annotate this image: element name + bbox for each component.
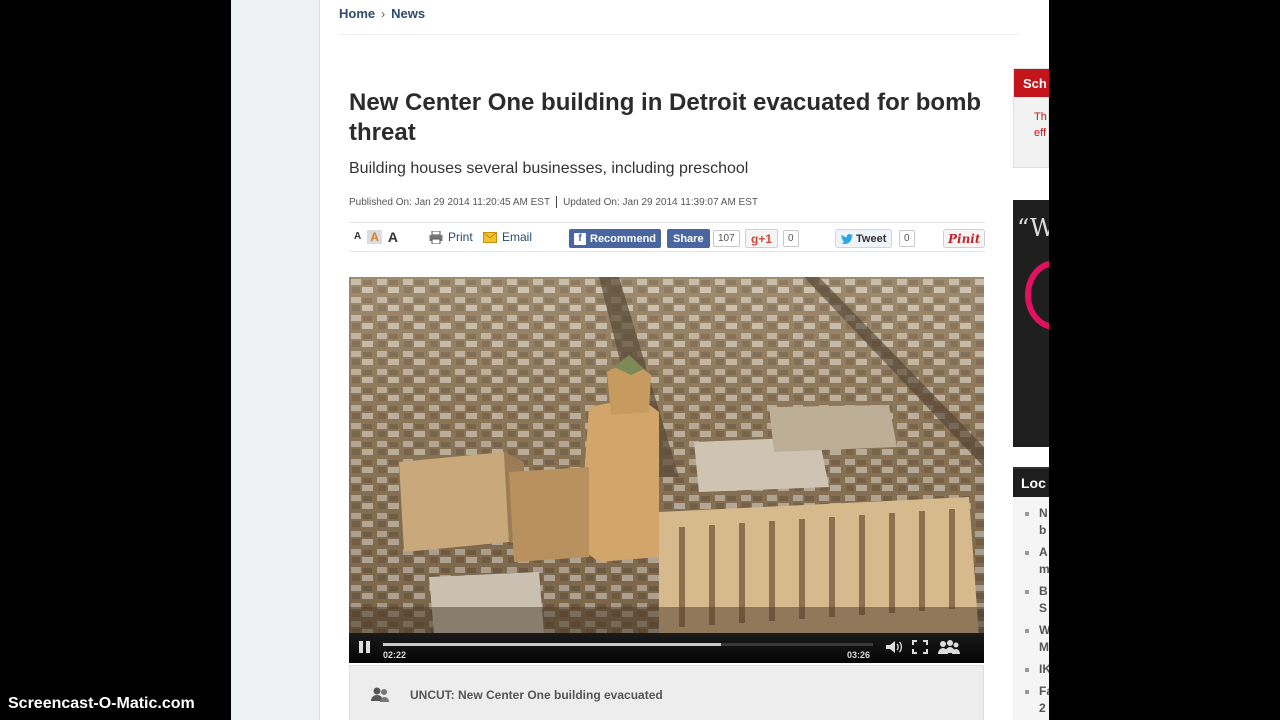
facebook-icon: f xyxy=(574,232,586,245)
article-meta: Published On: Jan 29 2014 11:20:45 AM ES… xyxy=(349,196,758,208)
right-rail: Sch Th eff “W Loc Nb Am BS WM IK Fa2 xyxy=(1013,0,1049,720)
print-label: Print xyxy=(448,230,473,244)
recommend-label: Recommend xyxy=(590,232,657,245)
tweet-label: Tweet xyxy=(856,232,887,245)
video-progress-fill xyxy=(383,643,722,646)
list-item[interactable]: Fa2 xyxy=(1025,683,1049,720)
screen: Home › News New Center One building in D… xyxy=(0,0,1280,720)
envelope-icon xyxy=(483,231,497,243)
google-plus-count: 0 xyxy=(783,230,799,247)
published-date: Published On: Jan 29 2014 11:20:45 AM ES… xyxy=(349,196,551,208)
breadcrumb-home-link[interactable]: Home xyxy=(339,6,375,21)
left-gutter xyxy=(231,0,320,720)
video-elapsed-time: 02:22 xyxy=(383,650,407,660)
tweet-count: 0 xyxy=(899,230,915,247)
meta-divider xyxy=(556,196,558,208)
google-plus-button[interactable]: g+1 xyxy=(745,229,779,248)
local-widget-title: Loc xyxy=(1013,469,1049,497)
breadcrumb-news-link[interactable]: News xyxy=(391,6,425,21)
list-item[interactable]: Am xyxy=(1025,544,1049,583)
advertisement[interactable]: “W xyxy=(1013,200,1049,447)
article-headline: New Center One building in Detroit evacu… xyxy=(349,89,982,146)
font-size-small-button[interactable]: A xyxy=(351,230,364,244)
local-news-widget: Loc Nb Am BS WM IK Fa2 xyxy=(1013,467,1049,720)
widget-text-line: Th xyxy=(1034,111,1047,123)
users-icon xyxy=(371,687,389,702)
facebook-share-count: 107 xyxy=(713,230,740,247)
breadcrumb-separator: › xyxy=(381,6,386,21)
bird-icon xyxy=(841,233,853,244)
video-duration: 03:26 xyxy=(847,650,871,660)
video-caption-title: UNCUT: New Center One building evacuated xyxy=(410,688,663,702)
video-caption-bar[interactable]: UNCUT: New Center One building evacuated xyxy=(349,665,984,720)
web-page: Home › News New Center One building in D… xyxy=(231,0,1049,720)
article-toolbar: A A A Print Email f Recommend Share 107 … xyxy=(349,222,986,252)
list-item[interactable]: Nb xyxy=(1025,505,1049,544)
font-size-medium-button[interactable]: A xyxy=(367,230,382,244)
font-size-large-button[interactable]: A xyxy=(385,230,401,244)
pause-icon[interactable] xyxy=(359,641,371,653)
video-frame-aerial-city xyxy=(349,277,984,663)
email-label: Email xyxy=(502,230,533,244)
widget-title: Sch xyxy=(1014,69,1049,97)
local-news-list: Nb Am BS WM IK Fa2 xyxy=(1025,505,1049,720)
fullscreen-icon[interactable] xyxy=(911,640,929,654)
ad-graphic xyxy=(1025,260,1049,330)
widget-text: Th eff xyxy=(1034,109,1047,141)
list-item[interactable]: BS xyxy=(1025,583,1049,622)
widget-text-line: eff xyxy=(1034,127,1047,139)
tweet-button[interactable]: Tweet xyxy=(835,229,893,248)
volume-icon[interactable] xyxy=(885,640,903,654)
ad-text: “W xyxy=(1017,214,1049,242)
facebook-share-button[interactable]: Share xyxy=(667,229,710,248)
updated-date: Updated On: Jan 29 2014 11:39:07 AM EST xyxy=(563,196,759,208)
recorder-watermark: Screencast-O-Matic.com xyxy=(8,695,195,712)
email-button[interactable]: Email xyxy=(483,230,532,244)
article-subhead: Building houses several businesses, incl… xyxy=(349,160,749,177)
video-player[interactable]: 02:22 03:26 xyxy=(349,277,984,663)
printer-icon xyxy=(429,230,443,244)
share-people-icon[interactable] xyxy=(937,640,961,654)
list-item[interactable]: WM xyxy=(1025,622,1049,661)
facebook-recommend-button[interactable]: f Recommend xyxy=(569,229,662,248)
video-controls: 02:22 03:26 xyxy=(349,633,984,663)
school-closings-widget[interactable]: Sch Th eff xyxy=(1013,68,1049,168)
pinterest-button[interactable]: Pinit xyxy=(943,229,986,248)
breadcrumb: Home › News xyxy=(339,6,425,21)
font-size-controls: A A A xyxy=(351,230,401,244)
print-button[interactable]: Print xyxy=(429,230,473,244)
divider xyxy=(339,34,1019,35)
video-progress-bar[interactable] xyxy=(383,643,873,646)
list-item[interactable]: IK xyxy=(1025,661,1049,683)
